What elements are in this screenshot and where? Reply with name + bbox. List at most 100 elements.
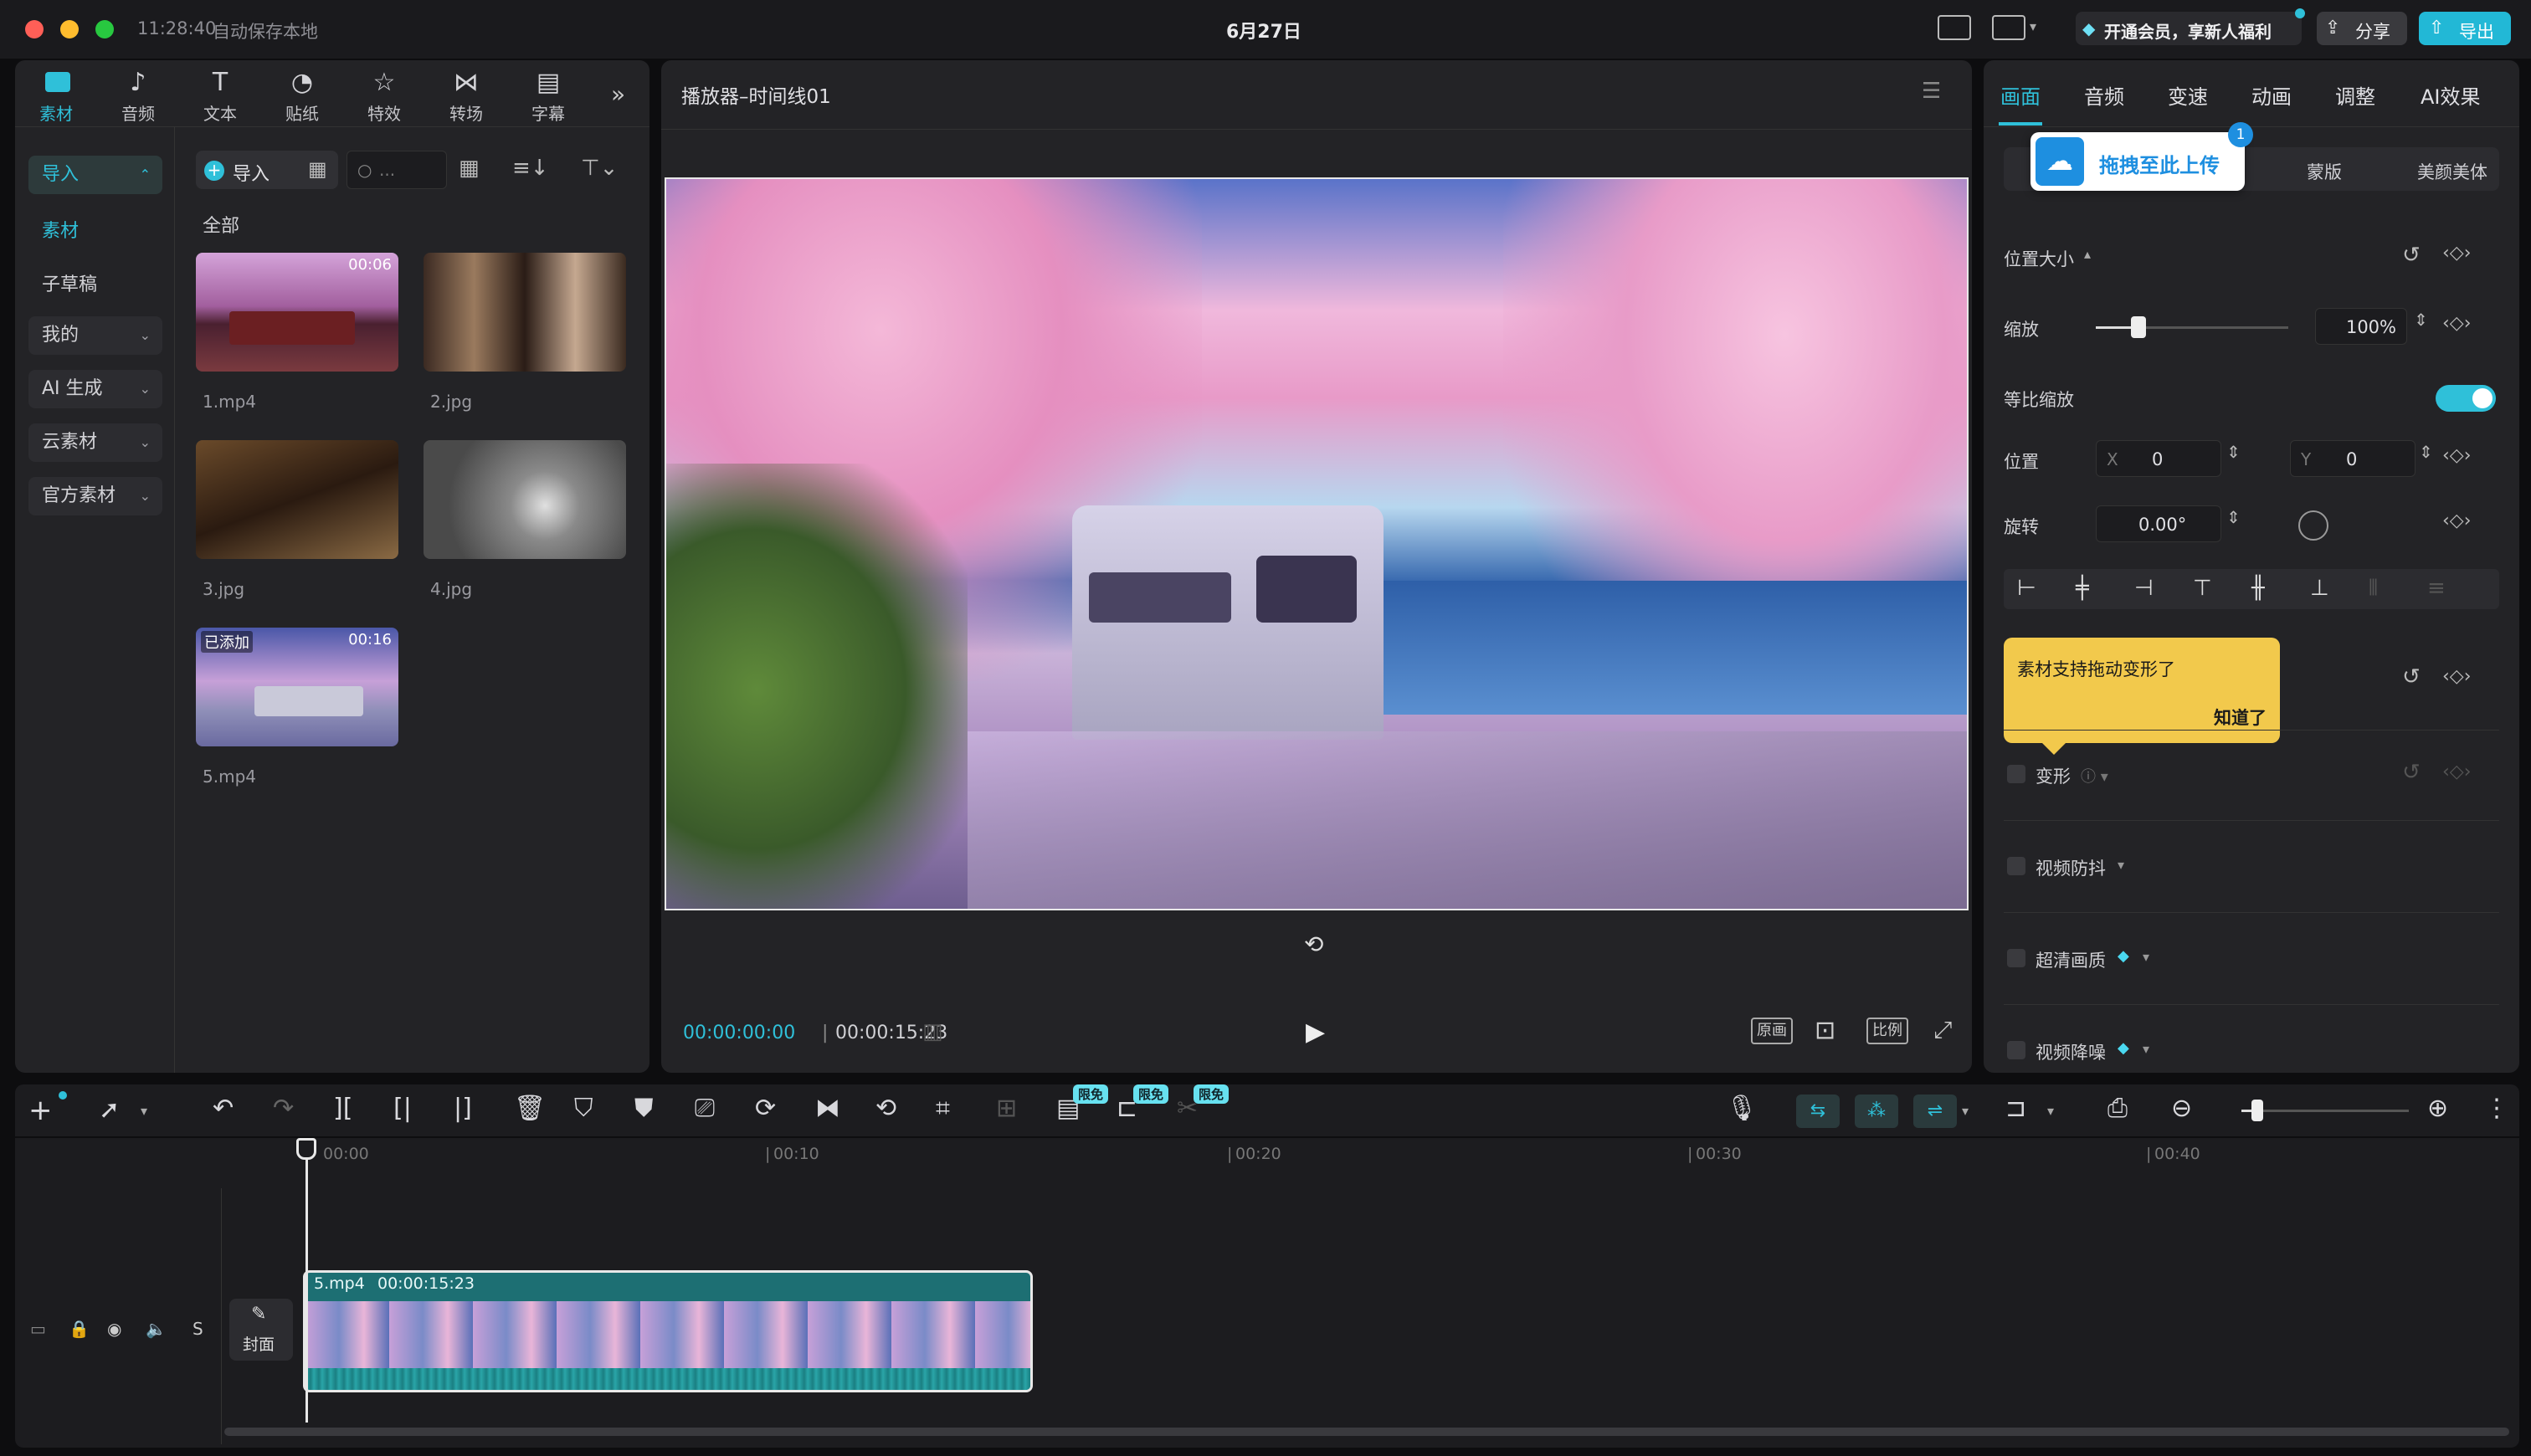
zoom-out-icon[interactable]: ⊖ [2171,1096,2192,1121]
tab-media[interactable]: 素材 [27,65,85,124]
cover-button[interactable]: ✎ 封面 [229,1299,293,1361]
playhead[interactable] [305,1138,308,1423]
select-tool-icon[interactable]: ➚ [99,1098,120,1123]
layout-icon[interactable] [1992,15,2025,40]
reset-icon[interactable]: ↺ [2402,243,2421,268]
tab-sticker[interactable]: ◔ 贴纸 [273,65,331,125]
sort-icon[interactable]: ≡↓ [512,156,549,181]
minimize-window-button[interactable] [60,20,79,38]
media-thumbnail-3[interactable] [196,440,398,559]
sidebar-item-ai[interactable]: AI 生成 ⌄ [28,370,162,408]
shield-icon[interactable]: ⛊ [634,1096,654,1121]
stepper-icon[interactable]: ⇕ [2419,442,2433,462]
media-thumbnail-4[interactable] [424,440,626,559]
upload-drop-zone[interactable]: ☁ 拖拽至此上传 1 [2030,122,2253,191]
fullscreen-icon[interactable]: ⤢ [1933,1016,1952,1044]
stepper-icon[interactable]: ⇕ [2226,507,2241,527]
rotation-input[interactable]: 0.00° [2096,505,2221,542]
keyframe-icon[interactable]: ‹◇› [2442,313,2472,334]
trim-left-icon[interactable]: [| [393,1096,412,1121]
magnet-snap-icon[interactable]: ⇆ [1796,1095,1840,1128]
track-split-icon[interactable]: ⊐ [2005,1096,2026,1121]
keyframe-icon[interactable]: ‹◇› [2442,243,2472,264]
chevron-down-icon[interactable]: ▾ [2030,18,2036,34]
timeline-scrollbar[interactable] [224,1428,2509,1436]
media-thumbnail-1[interactable]: 00:06 [196,253,398,372]
zoom-slider-thumb[interactable] [2251,1100,2263,1121]
reset-icon[interactable]: ↺ [2402,664,2421,690]
subtab-mask[interactable]: 蒙版 [2307,159,2342,184]
tab-ai-effects[interactable]: AI效果 [2421,80,2481,110]
member-button[interactable]: ◆ 开通会员，享新人福利 [2076,8,2305,45]
crop-icon[interactable]: ⌗ [936,1096,950,1121]
keyframe-icon[interactable]: ‹◇› [2442,510,2472,531]
zoom-fit-icon[interactable]: ⊡ [1815,1016,1835,1045]
eye-icon[interactable]: ◉ [107,1319,121,1339]
chevron-down-icon[interactable]: ▾ [141,1103,147,1119]
keyframe-icon[interactable]: ‹◇› [2442,761,2472,782]
scale-slider-thumb[interactable] [2131,316,2146,338]
chevron-down-icon[interactable]: ▾ [1962,1103,1969,1119]
solo-icon[interactable]: S [193,1319,203,1339]
aspect-ratio-button[interactable]: 比例 [1866,1018,1908,1044]
align-right-icon[interactable]: ⊣ [2134,576,2154,601]
align-center-h-icon[interactable]: ╪ [2076,576,2089,601]
view-mode-icon[interactable]: ▦ [459,156,480,181]
export-button[interactable]: ⇧ 导出 [2419,12,2511,45]
freeze-icon[interactable]: ⎚ [695,1096,715,1121]
keyframe-icon[interactable]: ‹◇› [2442,445,2472,466]
playhead-handle[interactable] [296,1138,316,1160]
maximize-window-button[interactable] [95,20,114,38]
media-thumbnail-5[interactable]: 已添加 00:16 [196,628,398,746]
uniform-scale-toggle[interactable] [2436,385,2496,412]
sidebar-item-official[interactable]: 官方素材 ⌄ [28,477,162,515]
track-video-icon[interactable]: ▭ [30,1319,46,1339]
delete-icon[interactable]: 🗑 [514,1096,546,1121]
undo-icon[interactable]: ↶ [213,1096,234,1121]
transform-checkbox[interactable] [2007,765,2025,783]
chevron-down-icon[interactable]: ▾ [2143,949,2149,965]
video-preview[interactable] [665,177,1969,910]
zoom-slider-track[interactable] [2241,1110,2409,1112]
sidebar-item-material[interactable]: 素材 [42,216,79,243]
tooltip-ok-button[interactable]: 知道了 [2214,705,2267,730]
stepper-icon[interactable]: ⇕ [2414,310,2428,330]
video-clip[interactable]: 5.mp4 00:00:15:23 [303,1270,1033,1392]
tab-canvas[interactable]: 画面 [2000,80,2041,110]
stepper-icon[interactable]: ⇕ [2226,442,2241,462]
add-track-icon[interactable]: + [28,1096,53,1125]
share-button[interactable]: ⇪ 分享 [2317,12,2407,45]
sidebar-item-mine[interactable]: 我的 ⌄ [28,316,162,355]
reset-icon[interactable]: ↺ [2402,760,2421,785]
align-left-icon[interactable]: ⊢ [2017,576,2036,601]
sidebar-item-cloud[interactable]: 云素材 ⌄ [28,423,162,462]
redo-icon[interactable]: ↷ [273,1096,294,1121]
speaker-icon[interactable]: 🔈 [146,1319,167,1339]
align-bottom-icon[interactable]: ⊥ [2310,576,2329,601]
distribute-h-icon[interactable]: ⫴ [2369,576,2378,602]
microphone-icon[interactable]: 🎙 [1726,1096,1758,1121]
mark-icon[interactable]: ⛉ [574,1096,593,1121]
import-button[interactable]: + 导入 ▦ [196,151,338,189]
denoise-checkbox[interactable] [2007,1041,2025,1059]
menu-icon[interactable]: ☰ [1922,79,1941,104]
split-icon[interactable]: ][ [333,1096,352,1121]
linkage-icon[interactable]: ⁂ [1855,1095,1898,1128]
stabilize-checkbox[interactable] [2007,857,2025,875]
close-window-button[interactable] [25,20,44,38]
more-icon[interactable]: ⋮ [2484,1096,2509,1121]
tab-audio[interactable]: ♪ 音频 [109,65,167,125]
lock-icon[interactable]: 🔒 [69,1319,90,1339]
scale-input[interactable]: 100% [2315,308,2407,345]
chevron-down-icon[interactable]: ▾ [2143,1041,2149,1057]
hd-checkbox[interactable] [2007,949,2025,967]
tab-speed[interactable]: 变速 [2168,80,2208,110]
tab-text[interactable]: T 文本 [191,65,249,125]
original-quality-button[interactable]: 原画 [1751,1018,1793,1044]
mirror-icon[interactable]: ⧓ [815,1096,840,1121]
collapse-icon[interactable]: ▴ [2084,246,2091,262]
keyframe-icon[interactable]: ‹◇› [2442,666,2472,687]
search-input[interactable]: ○ ... [347,151,447,189]
position-x-input[interactable]: X 0 [2096,440,2221,477]
trim-right-icon[interactable]: |] [454,1096,472,1121]
